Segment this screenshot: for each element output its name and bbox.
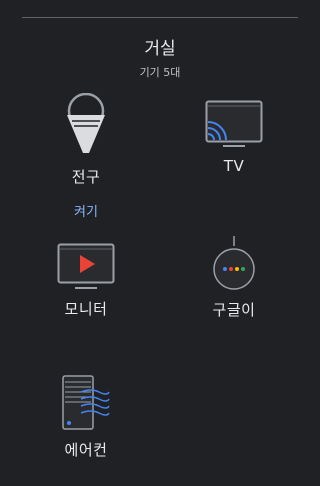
device-tile-bulb[interactable]: 전구 켜기 (16, 93, 156, 220)
device-tile-monitor[interactable]: 모니터 (16, 243, 156, 319)
room-device-count: 기기 5대 (139, 66, 181, 79)
device-label-google-home: 구글이 (212, 301, 256, 319)
device-label-bulb: 전구 (71, 168, 101, 186)
google-home-mini-icon (213, 236, 255, 290)
light-bulb-icon (67, 93, 105, 153)
air-conditioner-icon (62, 375, 110, 430)
device-label-air-conditioner: 에어컨 (64, 441, 108, 459)
device-label-monitor: 모니터 (64, 300, 108, 318)
device-tile-air-conditioner[interactable]: 에어컨 (16, 374, 156, 460)
room-title: 거실 (144, 39, 176, 59)
bulb-turn-on-button[interactable]: 켜기 (16, 201, 156, 220)
device-tile-tv[interactable]: TV (164, 100, 304, 175)
cast-tv-icon (205, 100, 263, 147)
device-label-tv: TV (223, 157, 245, 175)
monitor-play-icon (57, 243, 115, 289)
device-tile-google-home[interactable]: 구글이 (164, 236, 304, 320)
top-divider (22, 17, 298, 18)
